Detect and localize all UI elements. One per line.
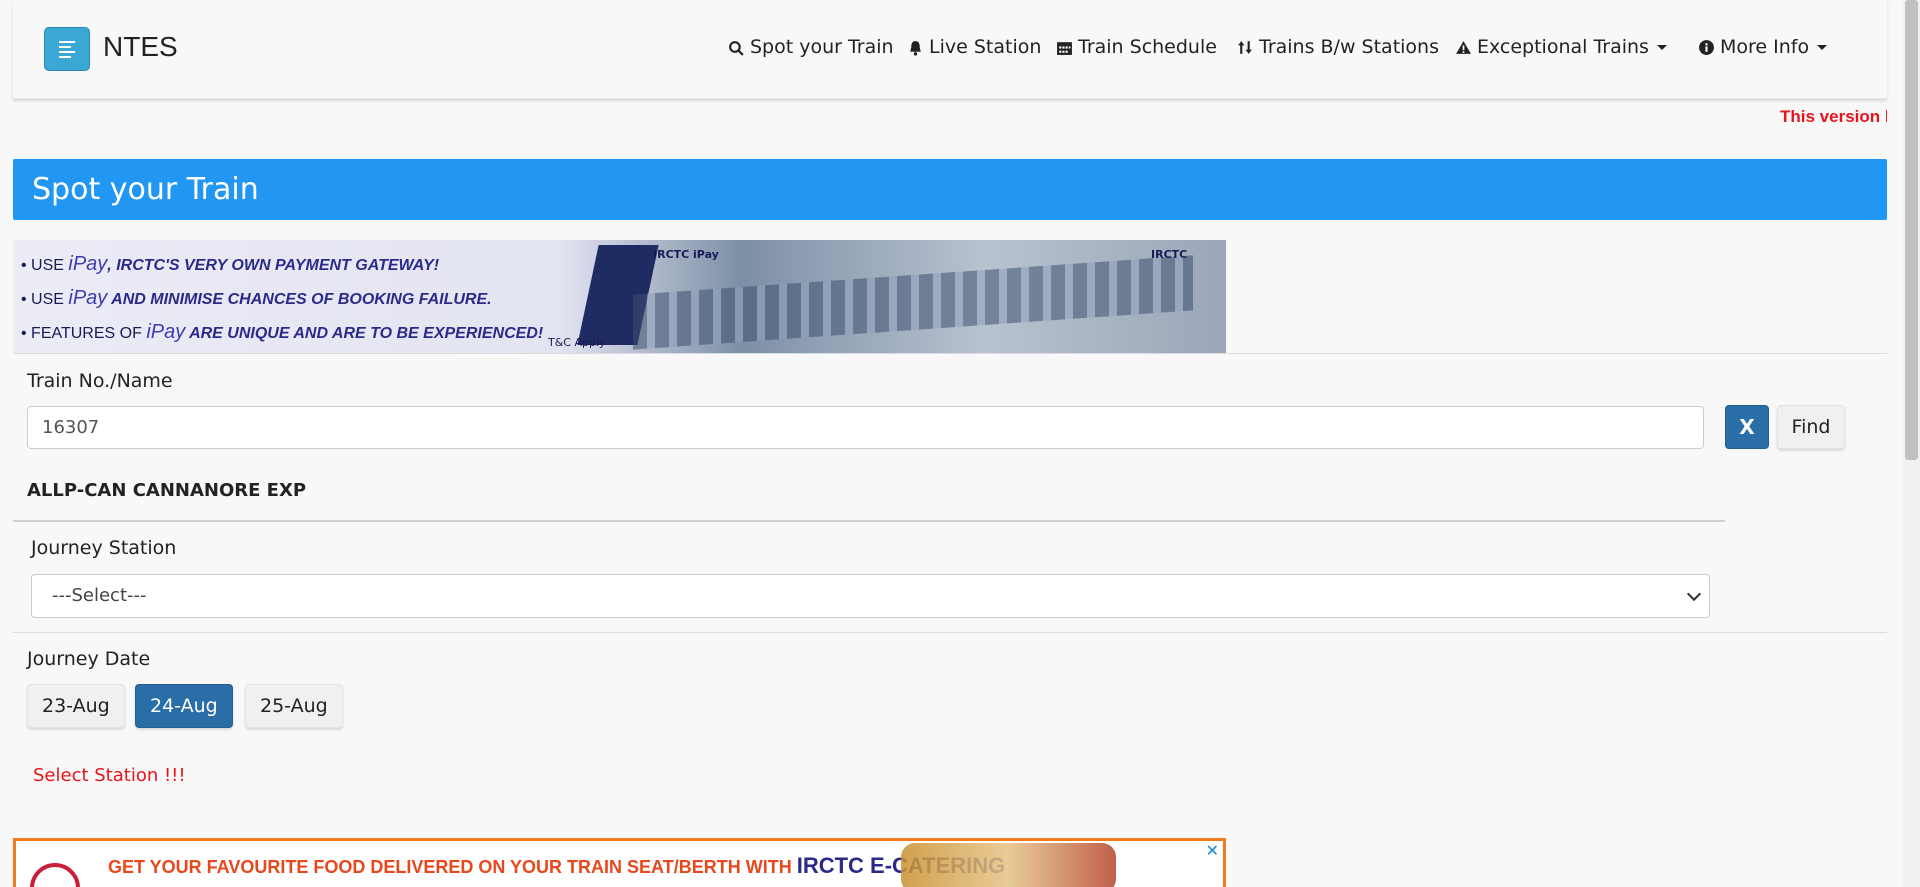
search-icon xyxy=(729,40,744,56)
chevron-down-icon xyxy=(1817,44,1828,50)
close-icon[interactable]: ✕ xyxy=(1206,841,1219,860)
nav-train-schedule[interactable]: Train Schedule xyxy=(1056,36,1217,58)
food-photo-graphic xyxy=(901,843,1116,887)
divider xyxy=(13,520,1725,522)
journey-date-label: Journey Date xyxy=(27,648,151,670)
ipay-ad-banner[interactable]: • USE iPay, IRCTC'S VERY OWN PAYMENT GAT… xyxy=(13,240,1226,353)
nav-label: More Info xyxy=(1720,36,1810,58)
bell-icon xyxy=(910,40,921,56)
warning-icon xyxy=(1456,40,1471,54)
nav-spot-your-train[interactable]: Spot your Train xyxy=(728,36,894,58)
journey-station-label: Journey Station xyxy=(31,537,177,559)
journey-station-select[interactable]: ---Select--- xyxy=(31,574,1710,618)
irctc-logo xyxy=(30,863,80,887)
train-photo-graphic xyxy=(633,255,1193,350)
date-button-24-aug[interactable]: 24-Aug xyxy=(135,684,233,728)
brand-title[interactable]: NTES xyxy=(103,31,178,63)
version-notice-text: This version ha xyxy=(1780,107,1887,126)
menu-icon xyxy=(59,41,75,61)
page-title: Spot your Train xyxy=(32,172,259,207)
divider xyxy=(13,632,1887,633)
banner-text: • USE iPay, IRCTC'S VERY OWN PAYMENT GAT… xyxy=(21,253,544,343)
irctc-logo: IRCTC xyxy=(1151,248,1188,261)
find-button[interactable]: Find xyxy=(1777,405,1845,449)
date-button-23-aug[interactable]: 23-Aug xyxy=(27,684,125,728)
clear-button[interactable]: X xyxy=(1725,405,1769,449)
info-icon xyxy=(1699,39,1714,55)
train-name-display: ALLP-CAN CANNANORE EXP xyxy=(27,480,307,501)
menu-toggle-button[interactable] xyxy=(44,27,90,71)
nav-label: Exceptional Trains xyxy=(1477,36,1649,58)
ecatering-ad-banner[interactable]: GET YOUR FAVOURITE FOOD DELIVERED ON YOU… xyxy=(13,838,1226,887)
train-number-label: Train No./Name xyxy=(27,370,173,392)
date-button-25-aug[interactable]: 25-Aug xyxy=(245,684,343,728)
train-number-input[interactable]: 16307 xyxy=(27,406,1704,449)
nav-more-info[interactable]: More Info xyxy=(1698,36,1828,58)
nav-label: Spot your Train xyxy=(750,36,894,58)
nav-trains-between-stations[interactable]: Trains B/w Stations xyxy=(1237,36,1439,58)
nav-live-station[interactable]: Live Station xyxy=(907,36,1041,58)
nav-label: Train Schedule xyxy=(1078,36,1217,58)
nav-label: Trains B/w Stations xyxy=(1259,36,1439,58)
page-heading-bar: Spot your Train xyxy=(13,159,1887,220)
select-value: ---Select--- xyxy=(52,585,147,606)
error-message: Select Station !!! xyxy=(33,765,186,786)
nav-label: Live Station xyxy=(929,36,1042,58)
top-navbar: NTES Spot your Train Live Station Train … xyxy=(13,0,1887,99)
nav-exceptional-trains[interactable]: Exceptional Trains xyxy=(1455,36,1667,58)
ecatering-banner-text: GET YOUR FAVOURITE FOOD DELIVERED ON YOU… xyxy=(108,853,1005,878)
chevron-down-icon xyxy=(1686,586,1702,602)
version-notice-marquee: This version ha xyxy=(1727,107,1887,127)
irctc-ipay-logo: IRCTC iPay xyxy=(653,248,719,261)
banner-tc-text: T&C Apply xyxy=(548,336,606,349)
page-scrollbar[interactable] xyxy=(1903,0,1920,887)
calendar-icon xyxy=(1057,41,1072,55)
chevron-down-icon xyxy=(1656,44,1667,50)
sort-arrows-icon xyxy=(1238,40,1252,54)
divider xyxy=(13,353,1887,354)
scrollbar-thumb[interactable] xyxy=(1905,0,1918,460)
